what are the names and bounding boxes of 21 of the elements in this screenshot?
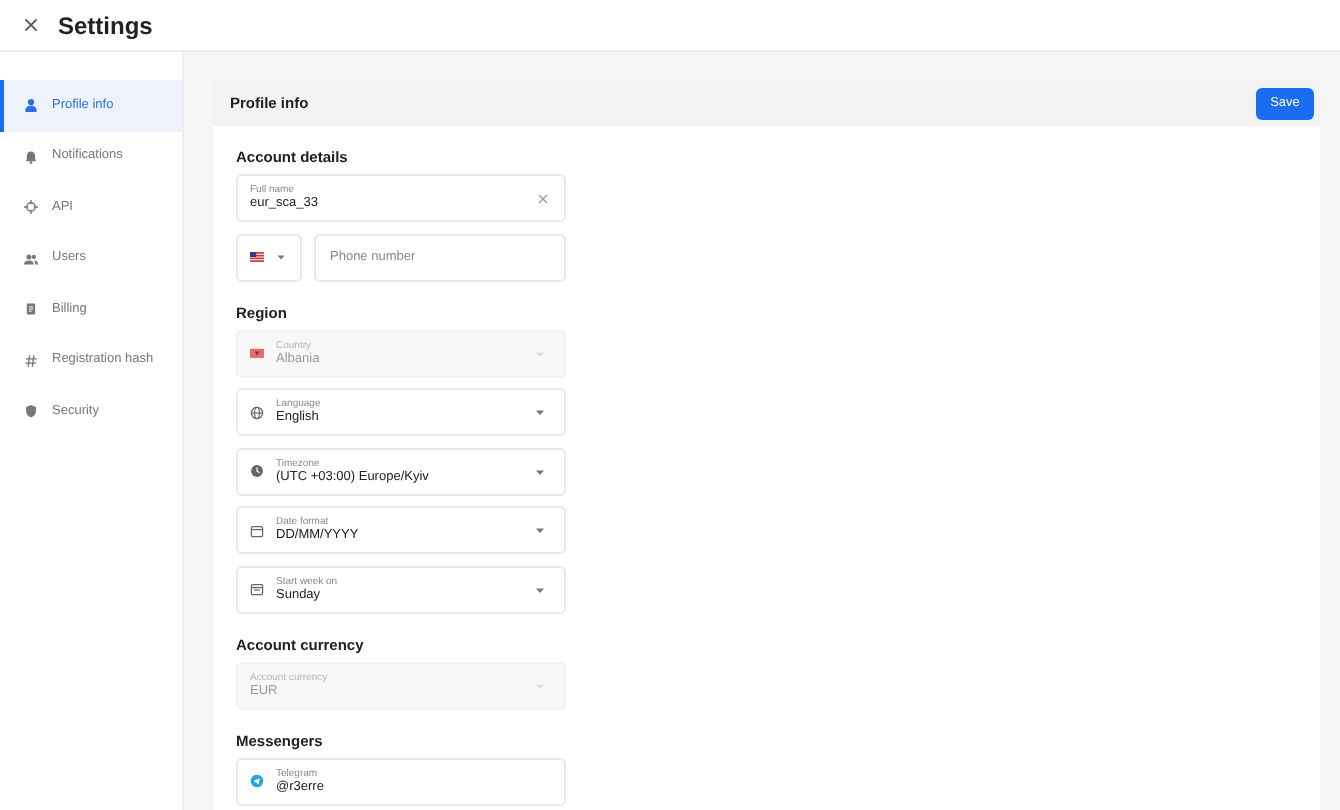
globe-icon — [250, 405, 264, 419]
country-code-select[interactable] — [236, 233, 302, 281]
crosshair-icon — [24, 200, 38, 215]
hash-icon — [24, 353, 38, 368]
person-icon — [24, 98, 38, 113]
document-icon — [24, 302, 38, 317]
clear-icon[interactable] — [538, 193, 548, 203]
bell-icon — [24, 149, 38, 164]
calendar-icon — [250, 582, 264, 596]
clock-icon — [250, 464, 264, 478]
shield-icon — [24, 404, 38, 419]
calendar-icon — [250, 523, 264, 537]
caret-icon — [274, 250, 288, 264]
close-icon[interactable] — [24, 18, 38, 32]
users-icon — [24, 251, 38, 266]
send-icon — [250, 774, 264, 788]
window-title: Settings — [58, 11, 153, 39]
caret-icon — [532, 404, 548, 420]
flag-icon — [250, 346, 264, 360]
caret-icon — [532, 522, 548, 538]
flag-icon — [250, 250, 264, 264]
